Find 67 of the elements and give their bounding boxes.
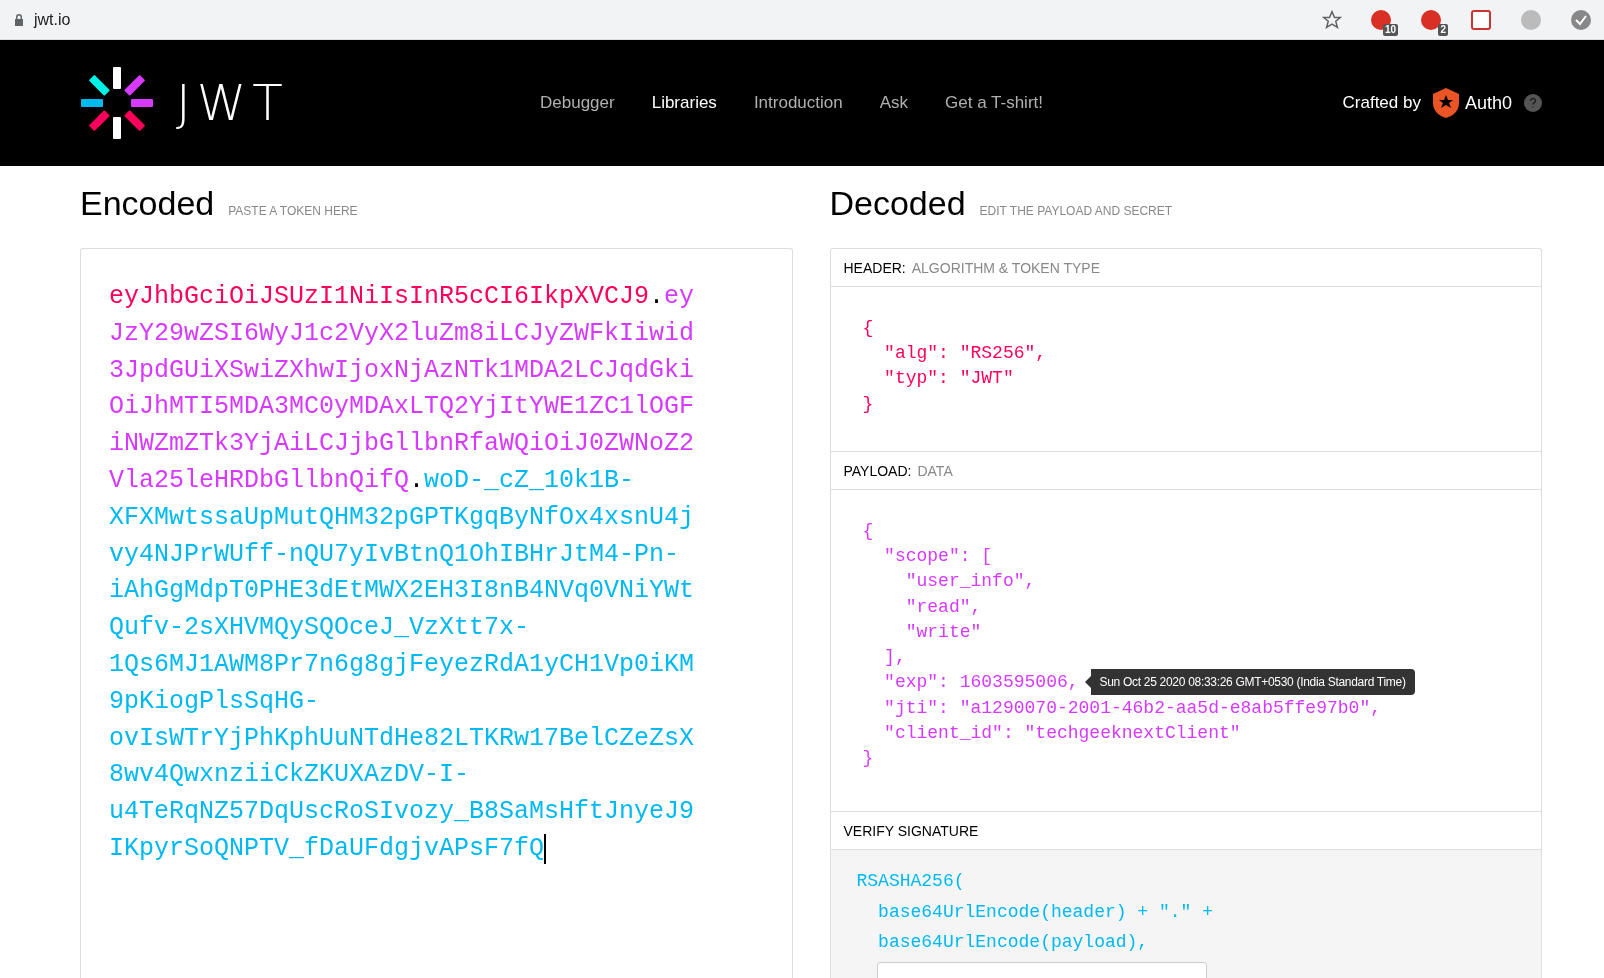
address-bar[interactable]: jwt.io xyxy=(34,10,1312,29)
section-subtitle: EDIT THE PAYLOAD AND SECRET xyxy=(979,204,1173,218)
help-icon[interactable] xyxy=(1524,94,1542,112)
section-subtitle: PASTE A TOKEN HERE xyxy=(228,204,358,218)
panel-sublabel: DATA xyxy=(917,462,953,479)
panel-label: PAYLOAD: xyxy=(843,462,912,479)
brand-name[interactable]: Auth0 xyxy=(1464,92,1512,114)
extension-icon[interactable] xyxy=(1470,8,1492,31)
code-line: base64UrlEncode(header) + "." + xyxy=(877,901,1213,922)
panel-sublabel: ALGORITHM & TOKEN TYPE xyxy=(911,259,1100,276)
token-text: OiJhMTI5MDA3MC0yMDAxLTQ2YjItYWE1ZC1lOGF xyxy=(109,391,695,424)
token-input[interactable] xyxy=(80,248,793,978)
code-line: ], xyxy=(883,647,906,668)
code-line: "write" xyxy=(904,621,982,642)
token-text: 9pKiogPlsSqHG- xyxy=(109,685,320,718)
code-line: base64UrlEncode(payload), xyxy=(877,932,1149,953)
crafted-by-text: Crafted by xyxy=(1342,93,1421,113)
panel-label: VERIFY SIGNATURE xyxy=(843,822,979,839)
text-cursor xyxy=(544,834,547,865)
code-line: "alg": "RS256", xyxy=(883,342,1047,363)
token-text: 1Qs6MJ1AWM8Pr7n6g8gjFeyezRdA1yCH1Vp0iKM xyxy=(109,648,695,681)
nav-link[interactable]: Introduction xyxy=(753,93,843,113)
code-line: { xyxy=(862,317,874,338)
token-text: eyJhbGciOiJSUzI1NiIsInR5cCI6IkpXVCJ9 xyxy=(109,281,650,313)
code-line: } xyxy=(862,748,874,769)
token-text: IKpyrSoQNPTV_fDaUFdgjvAPsF7fQ xyxy=(109,832,545,865)
extension-icon[interactable] xyxy=(1570,8,1592,31)
code-line: "typ": "JWT" xyxy=(883,368,1014,389)
nav-link[interactable]: Debugger xyxy=(540,93,615,113)
date-tooltip: Sun Oct 25 2020 08:33:26 GMT+0530 (India Standard Time) xyxy=(1084,669,1415,696)
code-line: "client_id": "techgeeknextClient" xyxy=(883,723,1241,743)
token-text: ovIsWTrYjPhKphUuNTdHe82LTKRw17BelCZeZsX xyxy=(109,722,695,755)
token-text: vy4NJPrWUff-nQU7yIvBtnQ1OhIBHrJtM4-Pn- xyxy=(109,538,680,571)
nav-link[interactable]: Libraries xyxy=(651,93,717,113)
section-title: Encoded xyxy=(80,184,215,223)
nav-link[interactable]: Ask xyxy=(879,93,909,113)
token-text: JzY29wZSI6WyJ1c2VyX2luZm8iLCJyZWFkIiwid xyxy=(109,317,695,350)
token-text: 3JpdGUiXSwiZXhwIjoxNjAzNTk1MDA2LCJqdGki xyxy=(109,354,695,387)
token-text: . xyxy=(409,465,425,497)
token-text: woD-_cZ_10k1B- xyxy=(424,465,635,497)
code-line: "user_info", xyxy=(904,571,1036,592)
token-text: ey xyxy=(664,281,695,313)
token-text: Vla25leHRDbGllbnQifQ xyxy=(109,465,410,497)
token-text: iAhGgMdpT0PHE3dEtMWX2EH3I8nB4NVq0VNiYWt xyxy=(109,575,695,608)
code-line: RSASHA256( xyxy=(856,871,965,892)
token-text: iNWZmZTk3YjAiLCJjbGllbnRfaWQiOiJ0ZWNoZ2 xyxy=(109,428,695,461)
logo-icon xyxy=(80,66,154,140)
star-icon[interactable] xyxy=(1322,9,1342,30)
panel-label: HEADER: xyxy=(843,259,906,276)
code-line: { xyxy=(862,520,874,541)
token-text: XFXMwtssaUpMutQHM32pGPTKgqByNfOx4xsnU4j xyxy=(109,501,695,534)
token-text: . xyxy=(649,281,665,313)
logo-wordmark[interactable]: JWT xyxy=(176,74,289,132)
nav-link[interactable]: Get a T-shirt! xyxy=(945,93,1043,113)
section-title: Decoded xyxy=(829,184,966,223)
token-text: Qufv-2sXHVMQySQOceJ_VzXtt7x- xyxy=(109,612,530,645)
code-line: "exp": 1603595006, xyxy=(883,672,1079,693)
code-line: "jti": "a1290070-2001-46b2-aa5d-e8ab5ffe97b0", xyxy=(883,697,1381,718)
shield-logo-icon xyxy=(1432,88,1459,118)
code-line: "scope": [ xyxy=(883,545,993,566)
token-text: 8wv4QwxnziiCkZKUXAzDV-I- xyxy=(109,759,470,792)
code-line: } xyxy=(862,393,874,414)
code-line: "read", xyxy=(904,596,982,617)
token-text: u4TeRqNZ57DqUscRoSIvozy_B8SaMsHftJnyeJ9 xyxy=(109,796,695,829)
lock-icon xyxy=(14,13,24,26)
extension-badge: 2 xyxy=(1438,23,1448,36)
extension-icon[interactable] xyxy=(1420,8,1442,31)
